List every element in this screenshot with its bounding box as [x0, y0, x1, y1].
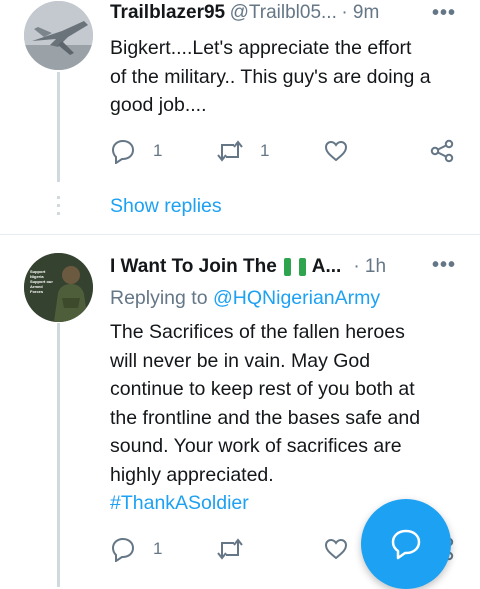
- share-icon: [430, 139, 454, 163]
- share-action[interactable]: [429, 138, 455, 164]
- show-replies-link[interactable]: Show replies: [110, 195, 222, 218]
- tweet-text-line: will never be in vain. May God: [110, 349, 371, 372]
- retweet-icon: [217, 538, 243, 560]
- retweet-action[interactable]: 1: [216, 138, 269, 164]
- reply-icon: [111, 139, 135, 164]
- tweet-header: I Want To Join The A... · 1h: [110, 254, 430, 280]
- retweet-action[interactable]: [216, 536, 244, 562]
- jet-photo-icon: [24, 1, 93, 70]
- display-name[interactable]: I Want To Join The: [110, 256, 277, 278]
- like-action[interactable]: [323, 536, 349, 562]
- tweet-1[interactable]: Trailblazer95 @Trailbl05... · 9m ••• Big…: [0, 0, 480, 233]
- tweet-text-line: the frontline and the bases safe and: [110, 406, 421, 429]
- display-name-suffix[interactable]: A...: [312, 256, 342, 278]
- timestamp[interactable]: · 9m: [341, 2, 379, 23]
- thread-line: [57, 72, 60, 182]
- more-options-icon[interactable]: •••: [432, 2, 456, 25]
- reply-action[interactable]: 1: [110, 138, 162, 164]
- tweet-text: Bigkert....Let's appreciate the effort o…: [110, 34, 470, 120]
- retweet-icon: [217, 140, 243, 162]
- thread-line: [57, 323, 60, 587]
- avatar-caption: Support Nigeria Support our Armed Forces: [30, 269, 53, 294]
- tweet-text-line: of the military.. This guy's are doing a: [110, 65, 431, 88]
- tweet-text-line: Bigkert....Let's appreciate the effort: [110, 37, 412, 59]
- reply-count: 1: [153, 141, 163, 160]
- replying-to-handle[interactable]: @HQNigerianArmy: [213, 287, 380, 309]
- tweet-text-line: sound. Your work of sacrifices are: [110, 435, 402, 457]
- reply-icon: [111, 537, 135, 562]
- tweet-text-line: The Sacrifices of the fallen heroes: [110, 321, 405, 343]
- nigeria-flag-icon: [283, 258, 306, 276]
- avatar[interactable]: [24, 1, 93, 70]
- heart-icon: [324, 538, 348, 560]
- tweet-header: Trailblazer95 @Trailbl05... · 9m: [110, 2, 466, 28]
- reply-action[interactable]: 1: [110, 536, 162, 562]
- avatar[interactable]: Support Nigeria Support our Armed Forces: [24, 253, 93, 322]
- retweet-count: 1: [260, 141, 270, 160]
- timestamp[interactable]: · 1h: [353, 256, 386, 278]
- tweet-text: The Sacrifices of the fallen heroes will…: [110, 318, 470, 518]
- tweet-text-line: highly appreciated.: [110, 463, 274, 486]
- user-handle[interactable]: @Trailbl05...: [230, 2, 337, 23]
- chat-bubble-icon: [391, 529, 421, 560]
- heart-icon: [324, 140, 348, 162]
- thread-dots: [57, 196, 60, 220]
- replying-to-label: Replying to: [110, 287, 208, 309]
- display-name[interactable]: Trailblazer95: [110, 2, 225, 23]
- tweet-text-line: continue to keep rest of you both at: [110, 378, 415, 400]
- tweet-text-line: good job....: [110, 94, 207, 116]
- floating-reply-button[interactable]: [361, 499, 451, 589]
- more-options-icon[interactable]: •••: [432, 254, 456, 277]
- reply-count: 1: [153, 539, 163, 558]
- like-action[interactable]: [323, 138, 349, 164]
- replying-to: Replying to @HQNigerianArmy: [110, 287, 380, 310]
